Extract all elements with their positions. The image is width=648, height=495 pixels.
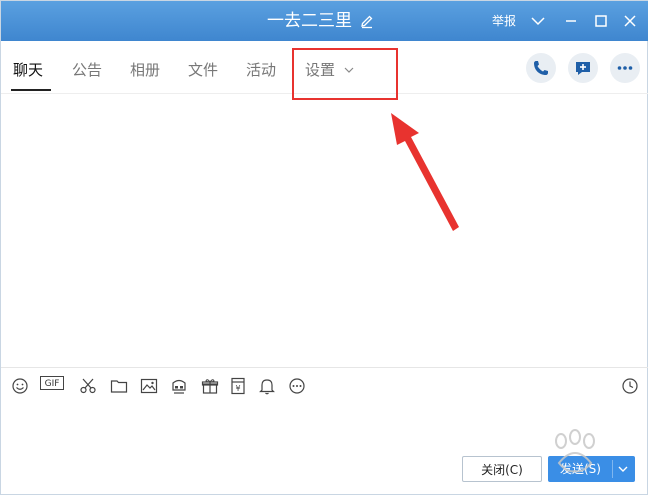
svg-text:¥: ¥ [235, 384, 240, 393]
scissors-icon [80, 378, 96, 394]
new-chat-button[interactable] [568, 53, 598, 83]
group-chat-window: 一去二三里 举报 聊天 公告 相册 文件 活动 设置 ¥ GIF 关闭(C) 发… [0, 0, 648, 495]
tab-chat[interactable]: 聊天 [13, 61, 43, 79]
input-toolbar: ¥ [1, 367, 648, 402]
message-history-button[interactable] [621, 377, 639, 395]
title-bar[interactable]: 一去二三里 举报 [1, 1, 648, 41]
image-icon [140, 378, 158, 394]
bell-icon [259, 379, 275, 395]
tab-album[interactable]: 相册 [130, 61, 160, 79]
emoji-icon [12, 378, 28, 394]
history-icon [622, 378, 638, 394]
more-options-button[interactable] [610, 53, 640, 83]
remind-button[interactable] [258, 377, 276, 395]
maximize-icon[interactable] [592, 12, 610, 30]
red-packet-button[interactable]: ¥ [229, 377, 247, 395]
phone-icon [534, 61, 548, 75]
image-button[interactable] [140, 377, 158, 395]
chat-message-area[interactable] [1, 93, 648, 367]
shake-icon [172, 379, 186, 394]
tab-activity[interactable]: 活动 [246, 61, 276, 79]
gift-icon [201, 379, 219, 394]
screenshot-button[interactable] [79, 377, 97, 395]
voice-call-button[interactable] [526, 53, 556, 83]
chevron-down-icon[interactable] [529, 12, 547, 30]
more-icon [617, 66, 633, 70]
gif-button[interactable]: GIF [40, 376, 64, 390]
more-circle-icon [289, 378, 305, 394]
close-icon[interactable] [621, 12, 639, 30]
window-shake-button[interactable] [170, 377, 188, 395]
gift-button[interactable] [201, 377, 219, 395]
window-title: 一去二三里 [267, 11, 352, 31]
tab-files[interactable]: 文件 [188, 61, 218, 79]
folder-icon [110, 380, 128, 393]
baidu-watermark-logo [555, 429, 595, 473]
more-tools-button[interactable] [288, 377, 306, 395]
file-button[interactable] [110, 377, 128, 395]
red-packet-icon: ¥ [231, 377, 245, 395]
report-link[interactable]: 举报 [492, 13, 516, 29]
emoji-button[interactable] [11, 377, 29, 395]
minimize-icon[interactable] [562, 12, 580, 30]
tab-announcement[interactable]: 公告 [72, 61, 102, 79]
active-tab-indicator [11, 89, 51, 91]
edit-icon[interactable] [359, 13, 375, 29]
add-chat-icon [576, 62, 590, 75]
